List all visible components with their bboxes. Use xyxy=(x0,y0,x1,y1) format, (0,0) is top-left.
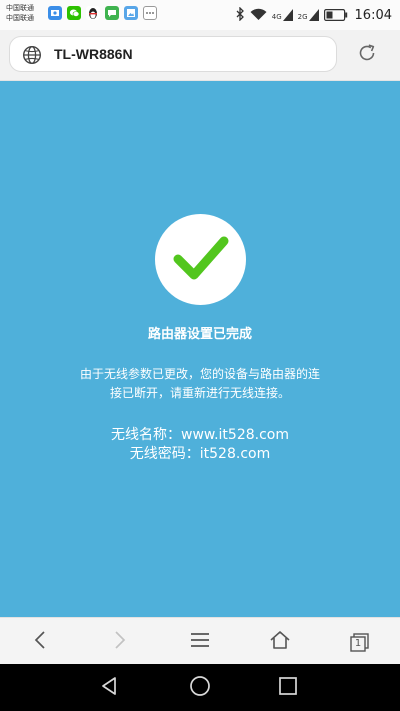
wifi-password-value: it528.com xyxy=(199,446,271,462)
qq-penguin-icon xyxy=(86,6,100,20)
checkmark-icon xyxy=(171,233,231,287)
signal-4g-indicator: 4G xyxy=(272,9,293,21)
wifi-icon xyxy=(250,6,267,25)
notification-icons xyxy=(48,6,157,20)
signal-2g-indicator: 2G xyxy=(298,9,319,21)
carrier-info: 中国联通 中国联通 xyxy=(6,3,46,23)
tab-count: 1 xyxy=(354,637,362,649)
network-4g-label: 4G xyxy=(271,13,282,21)
disconnect-message-line-1: 由于无线参数已更改，您的设备与路由器的连 xyxy=(79,367,320,381)
home-icon xyxy=(269,630,291,654)
browser-toolbar: 1 xyxy=(0,617,400,665)
system-status-icons: 4G 2G 16:04 xyxy=(236,5,392,25)
signal-strength-icon xyxy=(308,9,319,21)
photo-app-icon xyxy=(48,6,62,20)
globe-icon xyxy=(22,45,42,65)
back-button[interactable] xyxy=(18,618,62,665)
forward-button[interactable] xyxy=(98,618,142,665)
carrier-label-sim1: 中国联通 xyxy=(6,4,34,12)
clock: 16:04 xyxy=(354,7,392,23)
messaging-app-icon xyxy=(105,6,119,20)
setup-complete-title: 路由器设置已完成 xyxy=(147,327,252,342)
reload-button[interactable] xyxy=(352,41,382,69)
menu-button[interactable] xyxy=(178,618,222,665)
browser-address-row: TL-WR886N xyxy=(0,30,400,81)
success-badge xyxy=(155,214,246,305)
wifi-name-row: 无线名称：www.it528.com xyxy=(0,424,400,444)
triangle-back-icon xyxy=(100,676,120,700)
circle-home-icon xyxy=(189,675,211,701)
system-home-button[interactable] xyxy=(178,664,222,711)
system-back-button[interactable] xyxy=(88,664,132,711)
address-text: TL-WR886N xyxy=(54,46,133,62)
network-2g-label: 2G xyxy=(297,13,308,21)
tabs-icon: 1 xyxy=(349,632,371,652)
address-bar[interactable]: TL-WR886N xyxy=(9,36,337,72)
wechat-icon xyxy=(67,6,81,20)
forward-icon xyxy=(113,630,127,654)
gallery-app-icon xyxy=(124,6,138,20)
phone-screen: 中国联通 中国联通 4G 2G 16:04 TL-WR886N 路由器设置已完成… xyxy=(0,0,400,711)
reload-icon xyxy=(357,43,377,67)
disconnect-message-line-2: 接已断开，请重新进行无线连接。 xyxy=(109,386,290,400)
wifi-password-label: 无线密码： xyxy=(129,446,200,462)
status-bar: 中国联通 中国联通 4G 2G 16:04 xyxy=(0,0,400,30)
carrier-label-sim2: 中国联通 xyxy=(6,14,34,22)
square-recents-icon xyxy=(278,676,298,700)
menu-icon xyxy=(190,632,210,652)
android-navigation-bar xyxy=(0,664,400,711)
router-setup-complete-page: 路由器设置已完成 由于无线参数已更改，您的设备与路由器的连 接已断开，请重新进行… xyxy=(0,81,400,617)
back-icon xyxy=(33,630,47,654)
tabs-button[interactable]: 1 xyxy=(338,618,382,665)
system-recents-button[interactable] xyxy=(266,664,310,711)
more-notifications-icon xyxy=(143,6,157,20)
wifi-name-label: 无线名称： xyxy=(111,427,182,443)
wifi-name-value: www.it528.com xyxy=(181,427,289,443)
bluetooth-icon xyxy=(236,5,245,25)
battery-icon xyxy=(323,6,348,25)
signal-strength-icon xyxy=(282,9,293,21)
home-button[interactable] xyxy=(258,618,302,665)
wifi-password-row: 无线密码：it528.com xyxy=(0,443,400,463)
